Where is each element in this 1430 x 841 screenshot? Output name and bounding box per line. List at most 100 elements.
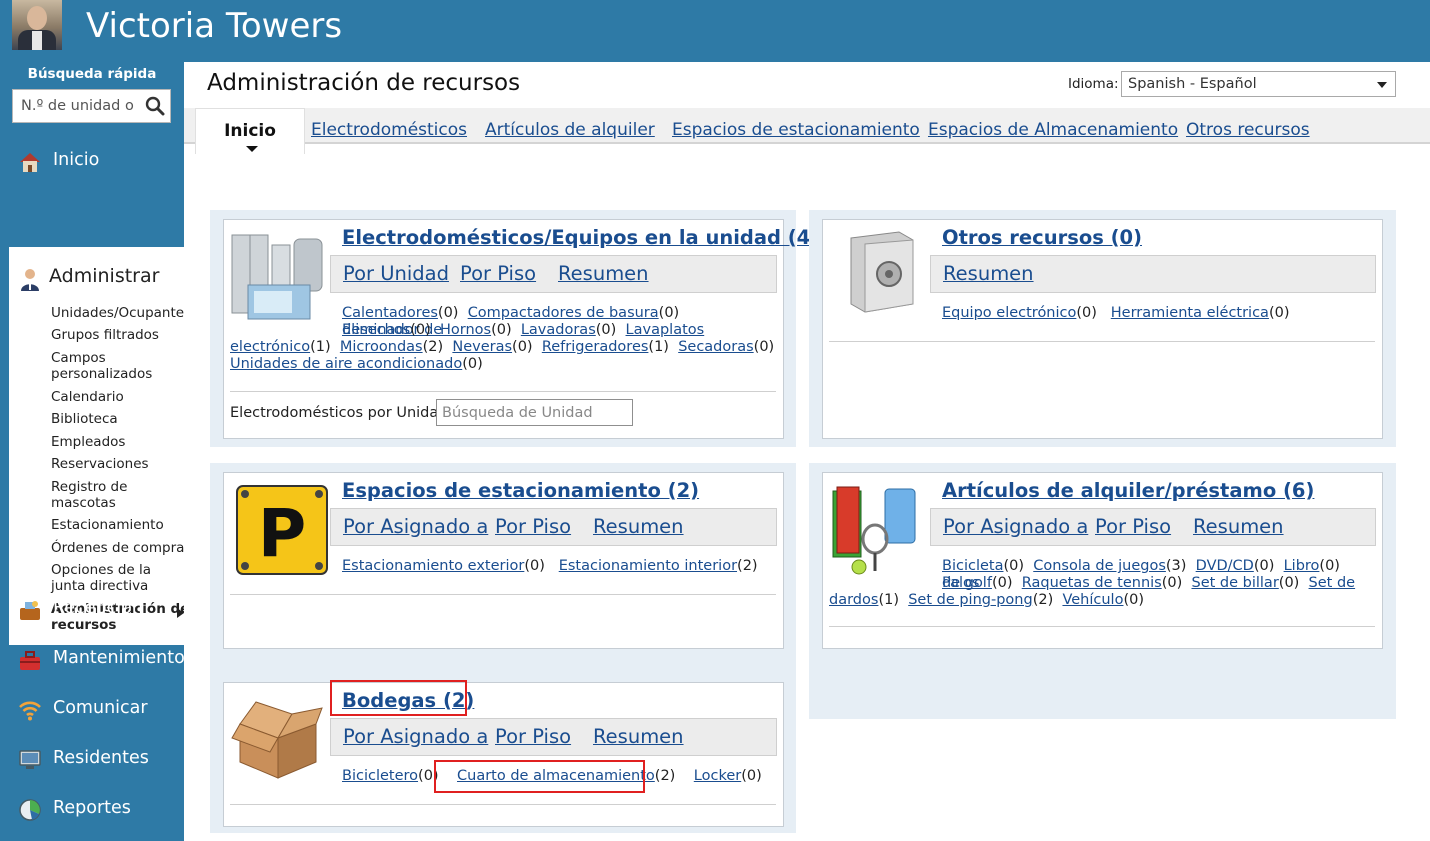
link-estacionamiento-interior[interactable]: Estacionamiento interior [559, 558, 737, 574]
link-neveras[interactable]: Neveras [452, 339, 512, 355]
nav-inicio[interactable]: Inicio [0, 141, 184, 181]
tab-estacionamiento[interactable]: Espacios de estacionamiento [672, 120, 920, 140]
home-icon [20, 153, 40, 172]
link-lavadoras[interactable]: Lavadoras [521, 322, 596, 338]
quick-search-box [12, 89, 171, 123]
parking-por-asignado[interactable]: Por Asignado a [343, 515, 488, 538]
tab-electrodomesticos[interactable]: Electrodomésticos [311, 120, 467, 140]
link-refrigeradores[interactable]: Refrigeradores [542, 339, 649, 355]
link-secadoras[interactable]: Secadoras [678, 339, 753, 355]
appliances-image-icon [231, 234, 323, 320]
link-bicicletero[interactable]: Bicicletero [342, 768, 418, 784]
link-dardos[interactable]: dardos [829, 592, 878, 608]
link-dvd-cd[interactable]: DVD/CD [1196, 558, 1254, 574]
tab-inicio[interactable]: Inicio [195, 108, 305, 154]
admin-item-mascotas[interactable]: Registro de [51, 479, 127, 495]
caret-down-icon [246, 146, 258, 152]
tab-articulos-alquiler[interactable]: Artículos de alquiler [485, 120, 655, 140]
language-select[interactable]: Spanish - Español [1121, 71, 1396, 97]
other-resources-links: Equipo electrónico(0) Herramienta eléctr… [942, 305, 1290, 321]
nav-mantenimiento[interactable]: Mantenimiento [0, 639, 185, 679]
storage-por-piso[interactable]: Por Piso [495, 725, 571, 748]
parking-resumen[interactable]: Resumen [593, 515, 684, 538]
storage-por-asignado[interactable]: Por Asignado a [343, 725, 488, 748]
parking-title[interactable]: Espacios de estacionamiento (2) [342, 479, 699, 502]
link-raquetas[interactable]: Raquetas de tennis [1022, 575, 1162, 591]
admin-item-campos[interactable]: Campos [51, 350, 106, 366]
admin-item-unidades[interactable]: Unidades/Ocupantes [51, 305, 191, 321]
link-billar[interactable]: Set de billar [1191, 575, 1278, 591]
box-image-icon [231, 701, 323, 779]
admin-panel: Administrar Unidades/Ocupantes Grupos fi… [9, 247, 191, 645]
appliances-links-line-3: electrónico(1) Microondas(2) Neveras(0) … [230, 339, 775, 355]
nav-reportes-label: Reportes [53, 798, 131, 818]
link-equipo-electronico[interactable]: Equipo electrónico [942, 305, 1076, 321]
link-electronico[interactable]: electrónico [230, 339, 310, 355]
unit-search-input[interactable] [436, 399, 633, 426]
appliances-title[interactable]: Electrodomésticos/Equipos en la unidad (… [342, 226, 819, 249]
user-avatar[interactable] [12, 0, 62, 50]
link-calentadores[interactable]: Calentadores [342, 305, 438, 321]
tab-bar: Inicio Electrodomésticos Artículos de al… [184, 108, 1430, 154]
rental-resumen[interactable]: Resumen [1193, 515, 1284, 538]
admin-item-empleados[interactable]: Empleados [51, 434, 125, 450]
link-set-de[interactable]: Set de [1309, 575, 1356, 591]
nav-reportes[interactable]: Reportes [0, 789, 184, 829]
rental-title[interactable]: Artículos de alquiler/préstamo (6) [942, 479, 1314, 502]
admin-item-calendario[interactable]: Calendario [51, 389, 124, 405]
search-icon[interactable] [145, 96, 165, 116]
link-microondas[interactable]: Microondas [340, 339, 423, 355]
appliances-links-line-2: desechos(0) Hornos(0) Lavadoras(0) Lavap… [342, 322, 705, 338]
link-herramienta-electrica[interactable]: Herramienta eléctrica [1111, 305, 1269, 321]
appliances-por-unidad[interactable]: Por Unidad [343, 262, 449, 285]
appliances-por-piso[interactable]: Por Piso [460, 262, 536, 285]
link-locker[interactable]: Locker [694, 768, 741, 784]
link-lavaplatos[interactable]: Lavaplatos [626, 322, 705, 338]
tab-almacenamiento[interactable]: Espacios de Almacenamiento [928, 120, 1178, 140]
admin-item-campos-2[interactable]: personalizados [51, 366, 152, 382]
storage-resumen[interactable]: Resumen [593, 725, 684, 748]
rental-por-asignado[interactable]: Por Asignado a [943, 515, 1088, 538]
link-desechos[interactable]: desechos [342, 322, 410, 338]
admin-item-grupos[interactable]: Grupos filtrados [51, 327, 159, 343]
quick-search-input[interactable] [13, 90, 141, 122]
link-compactadores[interactable]: Compactadores de basura [468, 305, 659, 321]
nav-recepcion[interactable]: Recepción [0, 589, 184, 629]
top-bar: Victoria Towers [0, 0, 1430, 62]
appliances-card: Electrodomésticos/Equipos en la unidad (… [210, 210, 819, 447]
divider [829, 341, 1375, 342]
link-ping-pong[interactable]: Set de ping-pong [908, 592, 1032, 608]
other-resumen[interactable]: Resumen [943, 262, 1034, 285]
rental-links-line-2: de golf(0) Raquetas de tennis(0) Set de … [942, 575, 1356, 591]
nav-comunicar[interactable]: Comunicar [0, 689, 184, 729]
link-libro[interactable]: Libro [1284, 558, 1320, 574]
storage-card: Bodegas (2) Por Asignado a Por Piso Resu… [210, 673, 796, 833]
parking-links: Estacionamiento exterior(0) Estacionamie… [342, 558, 758, 574]
admin-item-mascotas-2[interactable]: mascotas [51, 495, 116, 511]
link-consola-juegos[interactable]: Consola de juegos [1033, 558, 1166, 574]
admin-item-ordenes[interactable]: Órdenes de compra [51, 540, 184, 556]
admin-item-reservaciones[interactable]: Reservaciones [51, 456, 149, 472]
app-title: Victoria Towers [86, 6, 343, 46]
divider [829, 626, 1375, 627]
admin-item-junta[interactable]: Opciones de la [51, 562, 151, 578]
highlight-box-cuarto [434, 760, 645, 793]
rental-bar: Por Asignado a Por Piso Resumen [930, 508, 1376, 546]
nav-recepcion-label: Recepción [53, 598, 143, 618]
tab-otros-recursos[interactable]: Otros recursos [1186, 120, 1310, 140]
parking-por-piso[interactable]: Por Piso [495, 515, 571, 538]
link-aire-acondicionado[interactable]: Unidades de aire acondicionado [230, 356, 462, 372]
appliances-links-line-4: Unidades de aire acondicionado(0) [230, 356, 483, 372]
link-bicicleta[interactable]: Bicicleta [942, 558, 1003, 574]
rental-por-piso[interactable]: Por Piso [1095, 515, 1171, 538]
appliances-resumen[interactable]: Resumen [558, 262, 649, 285]
nav-residentes[interactable]: Residentes [0, 739, 184, 779]
admin-item-biblioteca[interactable]: Biblioteca [51, 411, 118, 427]
link-vehiculo[interactable]: Vehículo [1062, 592, 1123, 608]
monitor-icon [19, 750, 41, 769]
admin-item-estacionamiento[interactable]: Estacionamiento [51, 517, 164, 533]
link-estacionamiento-exterior[interactable]: Estacionamiento exterior [342, 558, 524, 574]
link-hornos[interactable]: Hornos [440, 322, 491, 338]
link-golf[interactable]: de golf [942, 575, 992, 591]
other-resources-title[interactable]: Otros recursos (0) [942, 226, 1142, 249]
